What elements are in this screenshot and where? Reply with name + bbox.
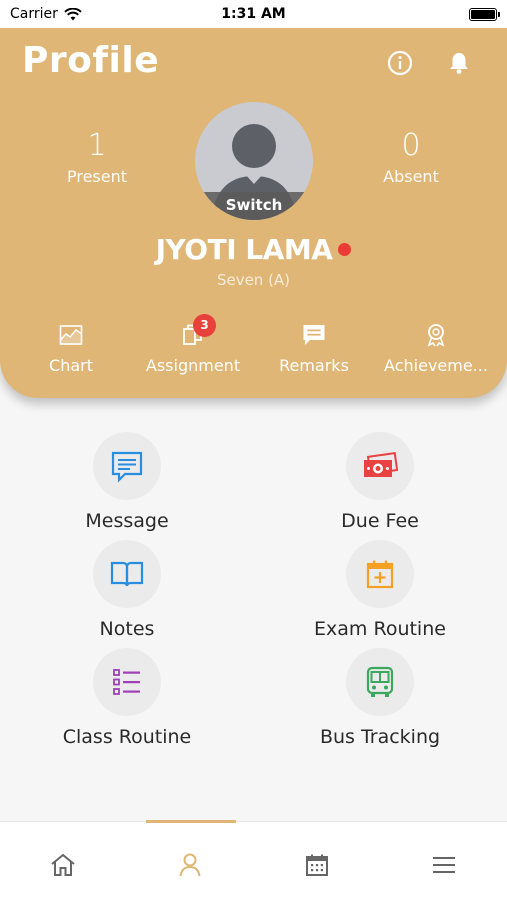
menu-due-fee-label: Due Fee	[341, 510, 419, 532]
info-icon[interactable]	[387, 50, 413, 76]
menu-message-label: Message	[85, 510, 169, 532]
menu-notes-label: Notes	[99, 618, 155, 640]
tab-remarks-label: Remarks	[279, 356, 349, 375]
menu-exam-routine-circle	[346, 540, 414, 608]
menu-notes[interactable]: Notes	[27, 540, 227, 640]
tab-assignment-label: Assignment	[145, 356, 241, 375]
award-icon	[427, 324, 445, 347]
nav-profile[interactable]	[127, 820, 254, 900]
bottom-nav	[0, 820, 507, 900]
present-stat: 1 Present	[37, 128, 157, 186]
calendar-plus-icon	[366, 560, 394, 589]
online-status-dot	[338, 242, 352, 256]
menu-due-fee[interactable]: Due Fee	[280, 432, 480, 532]
tab-chart[interactable]: Chart	[8, 322, 134, 375]
battery-icon	[469, 7, 500, 21]
menu-class-routine[interactable]: Class Routine	[27, 648, 227, 748]
present-label: Present	[66, 167, 128, 186]
menu-class-routine-circle	[93, 648, 161, 716]
bell-icon[interactable]	[446, 50, 472, 76]
switch-button[interactable]: Switch	[195, 192, 313, 220]
message-icon	[111, 451, 143, 483]
chart-icon	[59, 325, 83, 345]
calendar-icon	[305, 854, 328, 876]
nav-home[interactable]	[0, 822, 127, 900]
profile-icon	[179, 853, 201, 877]
list-icon	[113, 669, 140, 695]
assignment-badge: 3	[193, 314, 216, 337]
menu-notes-circle	[93, 540, 161, 608]
menu-due-fee-circle	[346, 432, 414, 500]
absent-stat: 0 Absent	[351, 128, 471, 186]
student-name-row: JYOTI LAMA	[0, 233, 507, 266]
wifi-icon	[64, 7, 82, 20]
nav-calendar[interactable]	[254, 822, 381, 900]
menu-icon	[432, 857, 455, 873]
tab-achievement[interactable]: Achieveme...	[374, 322, 498, 375]
remarks-icon	[303, 325, 325, 345]
student-class: Seven (A)	[216, 271, 291, 289]
nav-active-indicator	[145, 820, 236, 823]
home-icon	[51, 853, 76, 876]
book-icon	[110, 561, 144, 587]
avatar[interactable]: Switch	[195, 102, 313, 220]
menu-exam-routine[interactable]: Exam Routine	[280, 540, 480, 640]
tab-achievement-label: Achieveme...	[384, 356, 488, 375]
status-bar: Carrier 1:31 AM	[0, 0, 507, 28]
menu-bus-tracking[interactable]: Bus Tracking	[280, 648, 480, 748]
bus-icon	[366, 666, 394, 697]
menu-bus-tracking-circle	[346, 648, 414, 716]
absent-count: 0	[401, 128, 421, 163]
menu-message-circle	[93, 432, 161, 500]
menu-class-routine-label: Class Routine	[62, 726, 192, 748]
tab-remarks[interactable]: Remarks	[251, 322, 377, 375]
absent-label: Absent	[383, 167, 439, 186]
nav-menu[interactable]	[380, 822, 507, 900]
tab-chart-label: Chart	[49, 356, 93, 375]
money-icon	[364, 451, 398, 477]
student-name: JYOTI LAMA	[155, 233, 333, 266]
menu-exam-routine-label: Exam Routine	[314, 618, 446, 640]
tab-assignment[interactable]: 3 Assignment	[130, 314, 256, 375]
carrier-label: Carrier	[10, 6, 58, 22]
profile-header: Profile 1 Present Switch 0 Absent JYOTI …	[0, 28, 507, 398]
menu-message[interactable]: Message	[27, 432, 227, 532]
menu-bus-tracking-label: Bus Tracking	[319, 726, 441, 748]
page-title: Profile	[22, 40, 160, 81]
present-count: 1	[87, 128, 107, 163]
status-left: Carrier	[10, 6, 82, 22]
